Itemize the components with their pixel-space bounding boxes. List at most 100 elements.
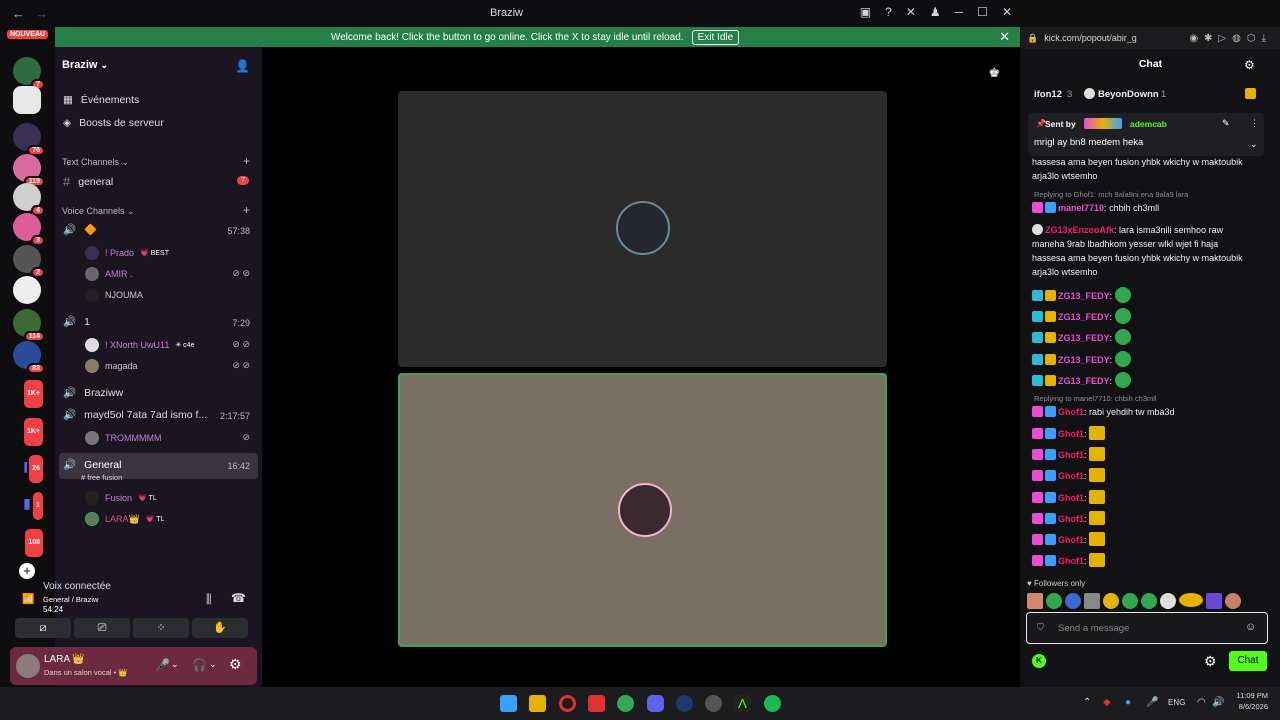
discord-icon[interactable] <box>647 695 664 712</box>
server-icon[interactable]: 4 <box>13 183 45 216</box>
chevron-down-icon[interactable]: ⌄ <box>209 659 217 670</box>
add-channel-icon[interactable]: + <box>243 154 250 168</box>
emote[interactable] <box>1179 593 1203 607</box>
events-item[interactable]: ▦ Événements <box>63 94 139 106</box>
emote[interactable] <box>1225 593 1241 609</box>
voice-user[interactable]: NJOUMA <box>85 288 143 302</box>
trophy-icon[interactable] <box>1245 88 1256 99</box>
voice-user[interactable]: ! XNorth UwU11 ✳ c4e <box>85 338 194 352</box>
emote[interactable] <box>1065 593 1081 609</box>
clock-date[interactable]: 8/6/2026 <box>1232 702 1268 711</box>
steam-icon[interactable] <box>676 695 693 712</box>
close-icon[interactable]: ✕ <box>1002 5 1012 19</box>
server-icon[interactable]: 114 <box>13 309 45 342</box>
voice-channel[interactable]: 🔊 Braziww <box>63 386 123 400</box>
microphone-icon[interactable]: 🎤 <box>155 658 170 672</box>
emote[interactable] <box>1206 593 1222 609</box>
add-channel-icon[interactable]: + <box>243 203 250 217</box>
server-icon[interactable]: 3 <box>13 213 45 246</box>
tray-icon[interactable]: ◆ <box>1103 697 1111 708</box>
settings-icon[interactable]: ⚙ <box>1204 653 1217 670</box>
emoji-icon[interactable]: ☺ <box>1245 621 1256 633</box>
send-chat-button[interactable]: Chat <box>1229 651 1267 671</box>
server-icon[interactable]: 7 <box>13 57 45 90</box>
voice-location[interactable]: General / Braziw <box>43 595 98 604</box>
server-icon[interactable]: 76 <box>13 123 45 156</box>
help-icon[interactable]: ? <box>885 5 892 19</box>
voice-user[interactable]: Fusion 💗 TL <box>85 491 157 505</box>
voice-channel[interactable]: 🔊 mayd5ol 7ata 7ad ismo f... <box>63 408 207 422</box>
spotify-icon[interactable] <box>764 695 781 712</box>
emote[interactable] <box>1103 593 1119 609</box>
channel-general[interactable]: # general <box>63 174 113 189</box>
settings-app-icon[interactable] <box>705 695 722 712</box>
add-friend-icon[interactable]: 👤 <box>235 59 250 73</box>
plugin-icon[interactable]: ♟ <box>930 5 941 19</box>
folder-icon[interactable]: ▮108 <box>13 526 45 559</box>
clock-time[interactable]: 11:09 PM <box>1232 691 1268 700</box>
disconnect-icon[interactable]: ☎ <box>231 591 246 605</box>
emote[interactable] <box>1046 593 1062 609</box>
participant-tile[interactable] <box>398 91 887 367</box>
chat-input-box[interactable]: ⛉ Send a message ☺ <box>1026 612 1268 644</box>
server-icon[interactable]: 83 <box>13 341 45 374</box>
language-indicator[interactable]: ENG <box>1168 698 1185 707</box>
inbox-icon[interactable]: ▣ <box>860 5 871 19</box>
more-icon[interactable]: ⋮ <box>1250 118 1259 129</box>
top-user-name[interactable]: BeyonDownn <box>1098 89 1159 100</box>
server-icon[interactable]: 2 <box>13 245 45 278</box>
minimize-icon[interactable]: ─ <box>955 5 964 19</box>
server-icon[interactable] <box>13 276 41 304</box>
signal-icon[interactable]: 📶 <box>22 594 34 605</box>
tray-icon[interactable]: ● <box>1125 697 1131 708</box>
camera-off-button[interactable]: ⧄ <box>15 618 71 638</box>
headphones-icon[interactable]: 🎧 <box>192 658 207 672</box>
voice-channel[interactable]: 🔊 🔶 <box>63 223 97 236</box>
kick-points-icon[interactable]: K <box>1032 654 1046 668</box>
vivaldi-icon[interactable] <box>588 695 605 712</box>
nvidia-icon[interactable]: Λ <box>734 695 751 712</box>
emote[interactable] <box>1160 593 1176 609</box>
participant-tile-speaking[interactable] <box>398 373 887 647</box>
volume-icon[interactable]: 🔊 <box>1212 697 1224 708</box>
server-name[interactable]: Braziw ⌄ <box>62 59 108 71</box>
maximize-icon[interactable]: ☐ <box>977 5 988 19</box>
forward-icon[interactable]: → <box>35 6 48 21</box>
emote[interactable] <box>1027 593 1043 609</box>
voice-user[interactable]: LARA👑 💗 TL <box>85 512 164 526</box>
url-text[interactable]: kick.com/popout/abir_g <box>1044 33 1137 43</box>
emote[interactable] <box>1084 593 1100 609</box>
file-explorer-icon[interactable] <box>529 695 546 712</box>
voice-channel-active[interactable]: 🔊 General <box>63 458 121 472</box>
voice-user[interactable]: ! Prado 💗 BEST <box>85 246 169 260</box>
exit-idle-button[interactable]: Exit Idle <box>691 29 740 45</box>
folder-icon[interactable]: ▮1K+ <box>13 377 45 410</box>
unpin-icon[interactable]: ✎ <box>1222 118 1230 129</box>
chevron-down-icon[interactable]: ⌄ <box>1250 139 1258 150</box>
avatar[interactable] <box>16 654 40 678</box>
microphone-icon[interactable]: 🎤 <box>1146 697 1158 708</box>
windows-start-icon[interactable] <box>500 695 517 712</box>
add-server-icon[interactable]: + <box>19 563 35 579</box>
chrome-icon[interactable] <box>617 695 634 712</box>
folder-icon[interactable]: ▮26 <box>13 452 45 485</box>
back-icon[interactable]: ← <box>12 6 25 21</box>
pinned-message[interactable]: 📌 Sent by ademcab ✎ ⋮ mrigl ay bn8 medem… <box>1028 113 1264 156</box>
voice-channels-header[interactable]: Voice Channels ⌄ <box>62 206 135 217</box>
chevron-up-icon[interactable]: ⌃ <box>1083 697 1091 708</box>
server-icon[interactable] <box>13 86 41 114</box>
chevron-down-icon[interactable]: ⌄ <box>171 659 179 670</box>
folder-icon[interactable]: ▮ 1 <box>13 489 45 522</box>
server-icon[interactable]: 119 <box>13 154 45 187</box>
voice-user[interactable]: AMIR . <box>85 267 133 281</box>
folder-icon[interactable]: ▮1K+ <box>13 415 45 448</box>
screen-share-button[interactable]: ⎚ <box>74 618 130 638</box>
banner-close-icon[interactable]: ✕ <box>999 29 1010 45</box>
chat-users-icon[interactable]: ⚙ <box>1244 58 1255 72</box>
voice-user[interactable]: TROMMMMM <box>85 431 161 445</box>
boosts-item[interactable]: ◈ Boosts de serveur <box>63 117 164 129</box>
tools-icon[interactable]: ✕ <box>906 5 916 19</box>
top-user-name[interactable]: ifon12 <box>1034 89 1062 100</box>
soundboard-button[interactable]: ✋ <box>192 618 248 638</box>
pinned-sender[interactable]: ademcab <box>1130 119 1167 129</box>
